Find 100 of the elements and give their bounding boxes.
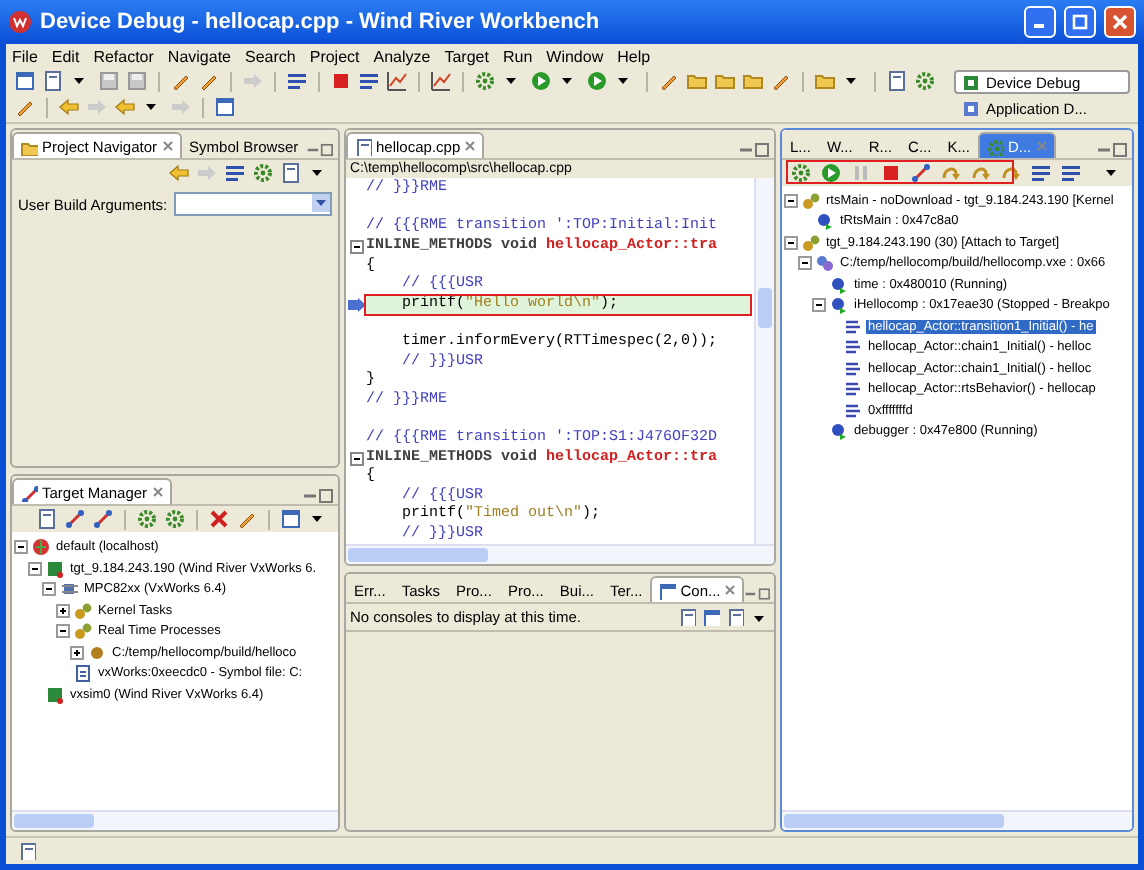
window-icon xyxy=(658,581,677,600)
pencil-icon xyxy=(658,70,680,92)
connect-icon xyxy=(92,508,114,531)
stop-icon xyxy=(330,70,352,92)
menu-item[interactable]: Target xyxy=(444,47,489,65)
vertical-scrollbar[interactable] xyxy=(754,178,774,545)
connect-icon xyxy=(910,162,932,184)
list-icon xyxy=(286,70,308,92)
expand-icon[interactable] xyxy=(70,645,84,660)
menu-item[interactable]: Search xyxy=(245,47,296,65)
menu-item[interactable]: Navigate xyxy=(167,47,231,65)
document-icon xyxy=(18,842,36,860)
task-icon xyxy=(830,296,848,315)
document-icon xyxy=(726,608,744,627)
right-arrow-icon xyxy=(196,162,218,184)
task-icon xyxy=(830,422,848,441)
collapse-icon[interactable] xyxy=(28,561,42,576)
document-icon xyxy=(280,162,302,184)
horizontal-scrollbar[interactable] xyxy=(346,544,774,565)
task-icon xyxy=(830,275,848,294)
pause-icon xyxy=(850,162,872,184)
step-icon xyxy=(1000,162,1022,184)
collapse-icon[interactable] xyxy=(784,235,798,250)
process-icon xyxy=(816,254,834,273)
right-arrow-icon xyxy=(242,70,264,92)
window-icon xyxy=(214,96,236,118)
breakpoint-arrow-icon xyxy=(347,297,365,312)
minimize-button[interactable] xyxy=(1024,6,1056,38)
gear-icon xyxy=(136,508,158,531)
gear-icon xyxy=(914,70,936,92)
right-arrow-icon xyxy=(170,96,192,118)
expand-icon[interactable] xyxy=(56,603,70,618)
list-icon xyxy=(1030,162,1052,184)
pencil-icon xyxy=(770,70,792,92)
stack-frame-icon xyxy=(844,359,862,378)
menu-item[interactable]: Edit xyxy=(51,47,80,65)
gears-icon xyxy=(802,233,820,252)
menu-item[interactable]: Window xyxy=(546,47,604,65)
left-arrow-icon xyxy=(58,96,80,118)
play-icon xyxy=(820,162,842,184)
gear-icon xyxy=(164,508,186,531)
close-icon[interactable] xyxy=(464,140,477,152)
board-icon xyxy=(46,685,64,704)
close-icon[interactable] xyxy=(724,584,737,597)
right-arrow-icon xyxy=(86,96,108,118)
fold-icon[interactable] xyxy=(349,451,363,466)
close-button[interactable] xyxy=(1104,6,1136,38)
gear-icon xyxy=(790,162,812,184)
chip-icon xyxy=(60,580,78,599)
window-icon xyxy=(14,70,36,92)
connect-icon xyxy=(20,483,38,502)
menu-item[interactable]: Analyze xyxy=(373,47,431,65)
pencil-icon xyxy=(14,96,36,118)
maximize-icon[interactable] xyxy=(754,142,770,158)
horizontal-scrollbar[interactable] xyxy=(782,810,1132,830)
pencil-icon xyxy=(236,508,258,531)
close-icon[interactable] xyxy=(161,140,174,152)
document-icon xyxy=(886,70,908,92)
list-icon xyxy=(224,162,246,184)
close-icon[interactable] xyxy=(151,486,164,499)
menu-item[interactable]: Project xyxy=(309,47,360,65)
pencil-icon xyxy=(170,70,192,92)
collapse-icon[interactable] xyxy=(798,256,812,271)
stack-frame-icon xyxy=(844,401,862,420)
stack-frame-icon xyxy=(844,380,862,399)
maximize-icon[interactable] xyxy=(318,488,334,505)
window-title: Device Debug - hellocap.cpp - Wind River Workbench xyxy=(40,10,602,34)
collapse-icon[interactable] xyxy=(14,540,28,555)
gear-icon xyxy=(474,70,496,92)
gear-icon xyxy=(985,137,1004,155)
gears-icon xyxy=(802,191,820,210)
maximize-button[interactable] xyxy=(1064,6,1096,38)
delete-icon xyxy=(208,508,230,531)
maximize-icon[interactable] xyxy=(757,586,770,603)
connect-icon xyxy=(64,508,86,531)
folder-icon xyxy=(814,70,836,92)
gear-icon xyxy=(252,162,274,184)
dropdown-caret-icon xyxy=(312,194,330,212)
menu-item[interactable]: Help xyxy=(617,47,651,65)
collapse-icon[interactable] xyxy=(56,624,70,639)
maximize-icon xyxy=(1072,14,1088,30)
collapse-icon[interactable] xyxy=(784,193,798,208)
gears-icon xyxy=(74,622,92,641)
stack-frame-icon xyxy=(844,338,862,357)
pencil-icon xyxy=(198,70,220,92)
collapse-icon[interactable] xyxy=(42,582,56,597)
maximize-icon[interactable] xyxy=(320,142,334,158)
build-arguments-dropdown[interactable] xyxy=(173,192,332,216)
folder-icon xyxy=(714,70,736,92)
list-icon xyxy=(358,70,380,92)
menu-item[interactable]: Run xyxy=(502,47,533,65)
menu-item[interactable]: File xyxy=(12,47,38,65)
folder-icon xyxy=(686,70,708,92)
menu-item[interactable]: Refactor xyxy=(93,47,154,65)
left-arrow-icon xyxy=(168,162,190,184)
horizontal-scrollbar[interactable] xyxy=(12,810,338,830)
fold-icon[interactable] xyxy=(349,240,363,255)
collapse-icon[interactable] xyxy=(812,298,826,313)
window-icon xyxy=(280,508,302,531)
maximize-icon[interactable] xyxy=(1112,142,1128,158)
